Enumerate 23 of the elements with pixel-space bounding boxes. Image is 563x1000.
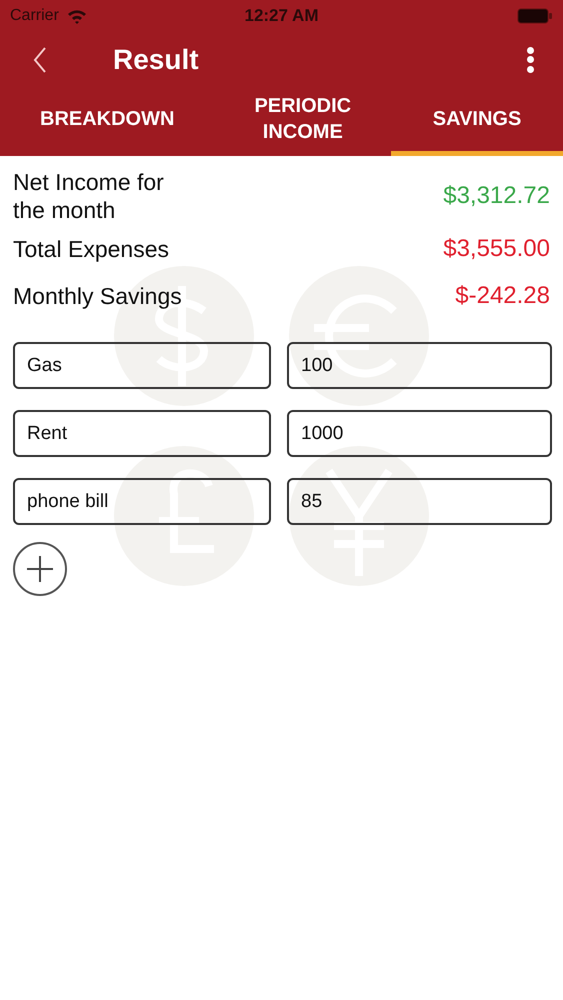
expense-name-field[interactable]: Gas <box>13 342 271 389</box>
expense-amount-field[interactable]: 1000 <box>287 410 552 457</box>
summary-amount: $-242.28 <box>455 280 550 310</box>
screen-title: Result <box>113 42 199 76</box>
tab[interactable]: PERIODIC INCOME <box>214 87 392 156</box>
expense-amount-field[interactable]: 85 <box>287 478 552 525</box>
expense-amount-field[interactable]: 100 <box>287 342 552 389</box>
summary-label: Monthly Savings <box>13 282 182 310</box>
expense-name-field[interactable]: Rent <box>13 410 271 457</box>
add-button[interactable] <box>13 542 67 596</box>
more-menu-icon[interactable] <box>525 46 535 72</box>
battery-icon <box>516 8 553 24</box>
tab[interactable]: SAVINGS <box>391 87 563 156</box>
tab[interactable]: BREAKDOWN <box>0 87 214 156</box>
summary-label: Net Income for the month <box>13 168 165 224</box>
expense-name-field[interactable]: phone bill <box>13 478 271 525</box>
status-time: 12:27 AM <box>244 5 318 28</box>
carrier-label: Carrier <box>10 6 59 26</box>
summary-amount: $3,312.72 <box>443 181 550 211</box>
summary-label: Total Expenses <box>13 234 169 262</box>
summary-amount: $3,555.00 <box>443 234 550 264</box>
plus-icon <box>25 554 55 584</box>
wifi-icon <box>66 8 87 24</box>
